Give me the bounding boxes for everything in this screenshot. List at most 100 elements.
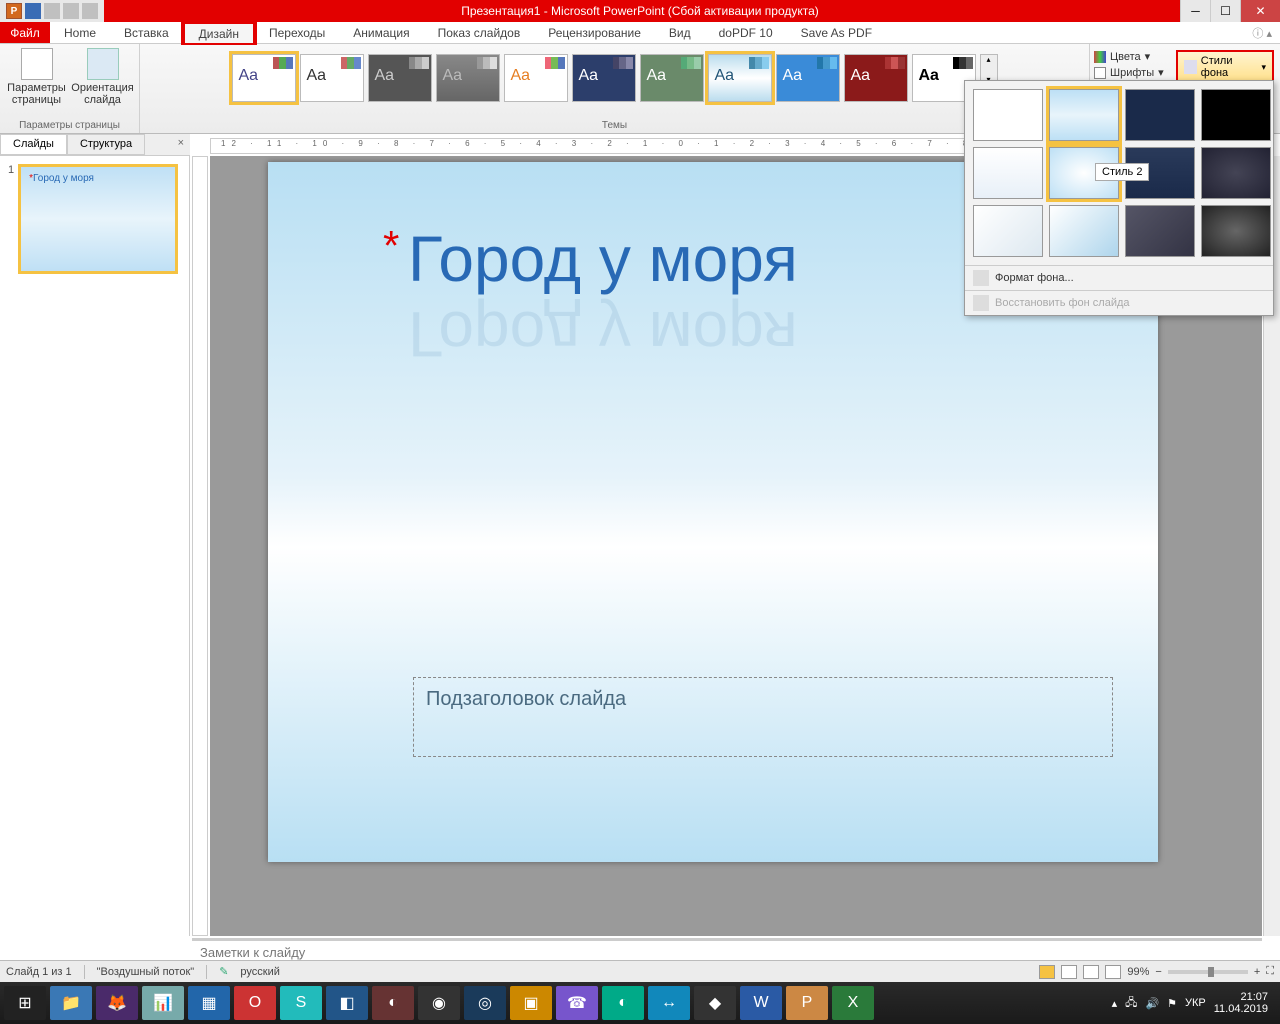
theme-thumb[interactable]: Aa (572, 54, 636, 102)
bg-style-10[interactable] (1049, 205, 1119, 257)
thumb-preview[interactable]: *Город у моря (18, 164, 178, 274)
bg-style-9[interactable] (973, 205, 1043, 257)
slide-subtitle-placeholder[interactable]: Подзаголовок слайда (413, 677, 1113, 757)
tray-chevron-icon[interactable]: ▴ (1112, 997, 1118, 1010)
tab-transitions[interactable]: Переходы (255, 22, 339, 43)
bg-style-1[interactable] (973, 89, 1043, 141)
taskbar-excel[interactable]: X (832, 986, 874, 1020)
bg-style-tooltip: Стиль 2 (1095, 163, 1149, 181)
tab-saveaspdf[interactable]: Save As PDF (787, 22, 886, 43)
maximize-button[interactable]: ☐ (1210, 0, 1240, 22)
fit-window-button[interactable]: ⛶ (1266, 965, 1274, 978)
bg-styles-icon (1184, 60, 1197, 74)
slide-orientation-button[interactable]: Ориентация слайда (72, 48, 134, 106)
format-background-menu[interactable]: Формат фона... (965, 265, 1273, 290)
zoom-slider[interactable] (1168, 970, 1248, 974)
taskbar-skype[interactable]: S (280, 986, 322, 1020)
zoom-out-button[interactable]: − (1155, 966, 1161, 978)
ribbon-help-icon[interactable]: ⓘ ▴ (1252, 25, 1272, 41)
theme-thumb[interactable]: Aa (640, 54, 704, 102)
minimize-button[interactable]: ─ (1180, 0, 1210, 22)
tray-language[interactable]: УКР (1185, 997, 1206, 1009)
theme-thumb[interactable]: Aa (368, 54, 432, 102)
theme-thumb[interactable]: Aa (504, 54, 568, 102)
save-icon[interactable] (25, 3, 41, 19)
colors-icon (1094, 51, 1106, 63)
taskbar-app[interactable]: 📊 (142, 986, 184, 1020)
powerpoint-icon[interactable]: P (6, 3, 22, 19)
background-styles-button[interactable]: Стили фона (1176, 50, 1274, 84)
tab-outline[interactable]: Структура (67, 134, 145, 155)
close-button[interactable]: ✕ (1240, 0, 1280, 22)
tab-design[interactable]: Дизайн (183, 22, 255, 43)
slides-panel: 1 *Город у моря (0, 156, 190, 936)
tab-view[interactable]: Вид (655, 22, 705, 43)
bg-style-11[interactable] (1125, 205, 1195, 257)
fonts-icon (1094, 67, 1106, 79)
taskbar-opera[interactable]: O (234, 986, 276, 1020)
taskbar-powerpoint[interactable]: P (786, 986, 828, 1020)
tab-slides[interactable]: Слайды (0, 134, 67, 155)
taskbar-app6[interactable]: ◆ (694, 986, 736, 1020)
tab-slideshow[interactable]: Показ слайдов (424, 22, 535, 43)
status-language[interactable]: русский (240, 966, 279, 978)
theme-thumb[interactable]: Aa (232, 54, 296, 102)
bg-style-3[interactable] (1125, 89, 1195, 141)
tray-volume-icon[interactable]: 🔊 (1145, 997, 1159, 1010)
spellcheck-icon[interactable]: ✎ (219, 965, 228, 978)
taskbar-explorer[interactable]: 📁 (50, 986, 92, 1020)
slide-thumbnail-1[interactable]: 1 *Город у моря (8, 164, 181, 274)
taskbar-app3[interactable]: ◐ (372, 986, 414, 1020)
taskbar-chrome[interactable]: ◉ (418, 986, 460, 1020)
theme-thumb[interactable]: Aa (708, 54, 772, 102)
taskbar-app2[interactable]: ▦ (188, 986, 230, 1020)
tab-animation[interactable]: Анимация (339, 22, 423, 43)
tray-network-icon[interactable]: 🖧 (1125, 994, 1137, 1013)
view-sorter-button[interactable] (1061, 965, 1077, 979)
colors-button[interactable]: Цвета ▾ (1094, 50, 1166, 63)
theme-thumb[interactable]: Aa (776, 54, 840, 102)
left-pane-close[interactable]: × (172, 134, 190, 155)
taskbar-steam[interactable]: ◎ (464, 986, 506, 1020)
theme-thumb[interactable]: Aa (436, 54, 500, 102)
vertical-ruler (192, 156, 208, 936)
tab-dopdf[interactable]: doPDF 10 (705, 22, 787, 43)
bg-style-2[interactable] (1049, 89, 1119, 141)
bg-style-5[interactable] (973, 147, 1043, 199)
tab-file[interactable]: Файл (0, 22, 50, 43)
zoom-in-button[interactable]: + (1254, 966, 1260, 978)
undo-icon[interactable] (44, 3, 60, 19)
taskbar-teamviewer[interactable]: ↔ (648, 986, 690, 1020)
view-normal-button[interactable] (1039, 965, 1055, 979)
theme-gallery[interactable]: Aa Aa Aa Aa Aa Aa Aa Aa Aa Aa Aa ▴ ▾ ▾ (226, 48, 1004, 118)
bg-style-4[interactable] (1201, 89, 1271, 141)
tab-insert[interactable]: Вставка (110, 22, 183, 43)
taskbar-vbox[interactable]: ◧ (326, 986, 368, 1020)
reset-background-menu: Восстановить фон слайда (965, 290, 1273, 315)
taskbar-viber[interactable]: ☎ (556, 986, 598, 1020)
qat-dropdown-icon[interactable] (82, 3, 98, 19)
quick-access-toolbar: P (0, 0, 104, 22)
taskbar-app4[interactable]: ▣ (510, 986, 552, 1020)
system-tray: ▴ 🖧 🔊 ⚑ УКР 21:07 11.04.2019 (1112, 991, 1276, 1015)
taskbar-firefox[interactable]: 🦊 (96, 986, 138, 1020)
tray-flag-icon[interactable]: ⚑ (1167, 997, 1177, 1010)
view-slideshow-button[interactable] (1105, 965, 1121, 979)
taskbar-word[interactable]: W (740, 986, 782, 1020)
theme-thumb[interactable]: Aa (844, 54, 908, 102)
bg-style-12[interactable] (1201, 205, 1271, 257)
redo-icon[interactable] (63, 3, 79, 19)
taskbar-app5[interactable]: ◐ (602, 986, 644, 1020)
tab-home[interactable]: Home (50, 22, 110, 43)
tab-review[interactable]: Рецензирование (534, 22, 655, 43)
page-setup-button[interactable]: Параметры страницы (6, 48, 68, 106)
tray-clock[interactable]: 21:07 11.04.2019 (1214, 991, 1268, 1015)
zoom-label: 99% (1127, 966, 1149, 978)
start-button[interactable]: ⊞ (4, 986, 46, 1020)
slide-title-reflection: Город у моря (408, 297, 798, 371)
slide-title[interactable]: Город у моря (408, 222, 798, 296)
view-reading-button[interactable] (1083, 965, 1099, 979)
bg-style-8[interactable] (1201, 147, 1271, 199)
theme-thumb[interactable]: Aa (300, 54, 364, 102)
fonts-button[interactable]: Шрифты ▾ (1094, 66, 1166, 79)
